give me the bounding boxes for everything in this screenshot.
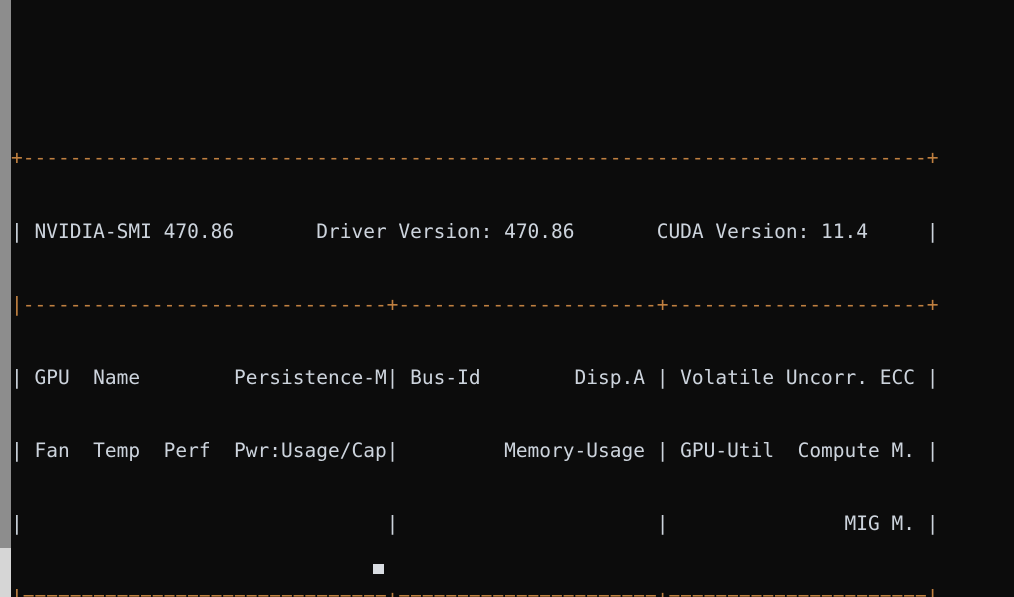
scrollbar[interactable] — [0, 0, 11, 597]
column-header-row-3: | | | MIG M. | — [11, 512, 939, 536]
terminal-window[interactable]: +---------------------------------------… — [0, 0, 1014, 597]
table-border-top: +---------------------------------------… — [11, 146, 939, 170]
terminal-screen: +---------------------------------------… — [0, 0, 1014, 597]
table-double-separator: |===============================+=======… — [11, 586, 1014, 597]
table-border-header-sep: |-------------------------------+-------… — [11, 292, 939, 316]
text-cursor — [373, 564, 384, 574]
column-header-row-2: | Fan Temp Perf Pwr:Usage/Cap| Memory-Us… — [11, 439, 939, 463]
smi-version-row: | NVIDIA-SMI 470.86 Driver Version: 470.… — [11, 219, 939, 243]
column-header-row-1: | GPU Name Persistence-M| Bus-Id Disp.A … — [11, 366, 939, 390]
scrollbar-thumb[interactable] — [0, 0, 11, 548]
nvidia-smi-output: +---------------------------------------… — [0, 73, 1014, 597]
